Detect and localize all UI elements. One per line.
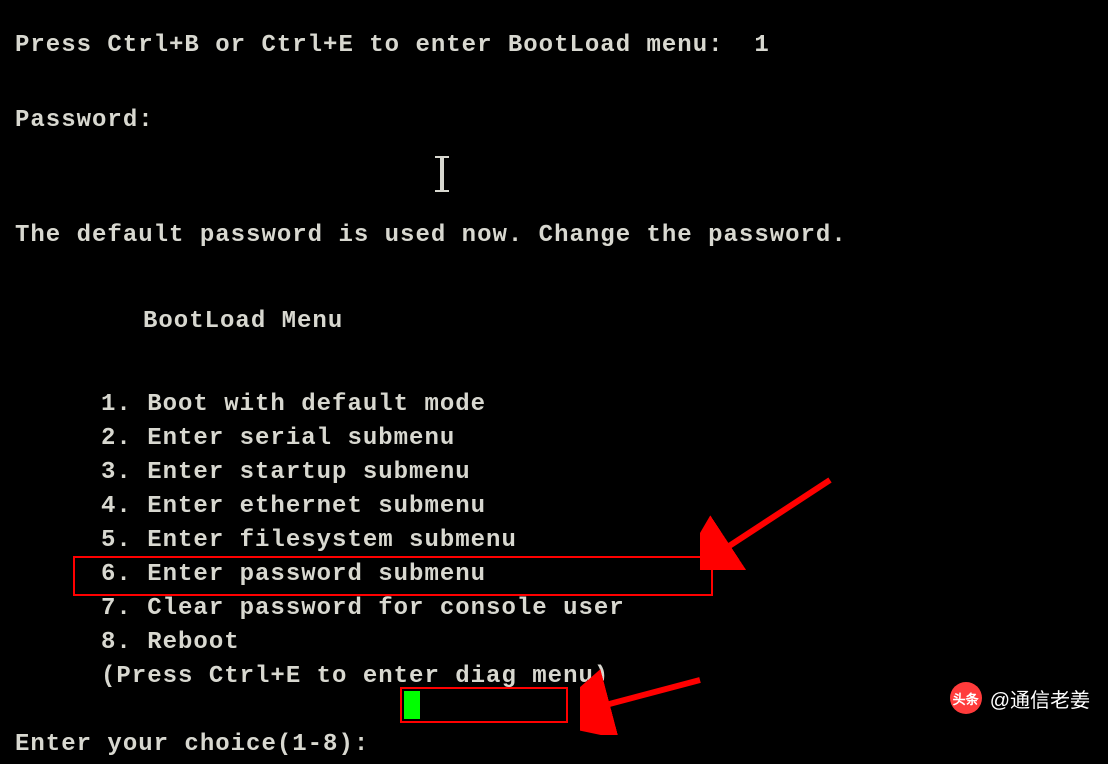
menu-hint: (Press Ctrl+E to enter diag menu) xyxy=(15,660,1108,694)
bootload-hint: Press Ctrl+B or Ctrl+E to enter BootLoad… xyxy=(15,27,1108,64)
menu-item-startup-submenu[interactable]: 3. Enter startup submenu xyxy=(15,456,1108,490)
choice-prompt[interactable]: Enter your choice(1-8): xyxy=(15,726,1108,763)
password-input-area[interactable] xyxy=(15,155,1108,195)
menu-item-clear-password[interactable]: 7. Clear password for console user xyxy=(15,592,1108,626)
menu-title: BootLoad Menu xyxy=(15,303,1108,340)
menu-item-ethernet-submenu[interactable]: 4. Enter ethernet submenu xyxy=(15,490,1108,524)
menu-list: 1. Boot with default mode 2. Enter seria… xyxy=(15,388,1108,695)
text-cursor-icon xyxy=(440,157,444,191)
input-cursor-icon xyxy=(404,691,420,719)
watermark: 头条 @通信老姜 xyxy=(950,682,1090,714)
watermark-text: @通信老姜 xyxy=(990,684,1090,713)
menu-item-password-submenu[interactable]: 6. Enter password submenu xyxy=(15,558,1108,592)
menu-item-reboot[interactable]: 8. Reboot xyxy=(15,626,1108,660)
password-prompt[interactable]: Password: xyxy=(15,102,1108,139)
status-message: The default password is used now. Change… xyxy=(15,217,1108,254)
watermark-badge-icon: 头条 xyxy=(950,682,982,714)
menu-item-serial-submenu[interactable]: 2. Enter serial submenu xyxy=(15,422,1108,456)
menu-item-boot-default[interactable]: 1. Boot with default mode xyxy=(15,388,1108,422)
menu-item-filesystem-submenu[interactable]: 5. Enter filesystem submenu xyxy=(15,524,1108,558)
